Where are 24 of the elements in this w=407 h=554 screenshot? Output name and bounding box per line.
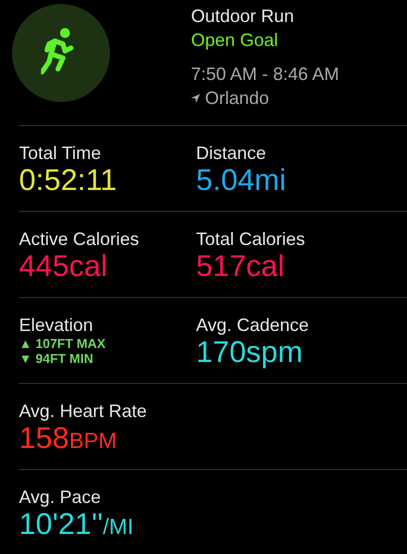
workout-title: Outdoor Run [191, 5, 296, 28]
metric-unit: BPM [69, 427, 117, 455]
metric-value: 5.04mi [196, 164, 286, 198]
metric-value: 517cal [196, 250, 284, 284]
metric-value: 158 [19, 422, 70, 456]
location-arrow-icon [191, 94, 200, 102]
metric-label: Elevation [19, 314, 94, 336]
metric-unit: /MI [102, 513, 134, 541]
elevation-max: ▲ 107FT MAX [19, 336, 107, 351]
metric-value: 10'21'' [19, 508, 103, 542]
metric-label: Avg. Heart Rate [19, 400, 148, 422]
time-range: 7:50 AM - 8:46 AM [191, 63, 340, 86]
metric-label: Active Calories [19, 228, 140, 250]
goal-label: Open Goal [191, 29, 280, 52]
metric-label: Distance [196, 142, 268, 164]
location-label: Orlando [205, 87, 270, 110]
metric-value: 170spm [196, 336, 303, 370]
metric-value: 0:52:11 [19, 164, 117, 198]
metric-label: Total Time [19, 142, 102, 164]
elevation-min: ▼ 94FT MIN [19, 351, 94, 366]
metric-label: Total Calories [196, 228, 306, 250]
metric-label: Avg. Pace [19, 486, 102, 508]
metric-label: Avg. Cadence [196, 314, 310, 336]
metric-value: 445cal [19, 250, 108, 284]
